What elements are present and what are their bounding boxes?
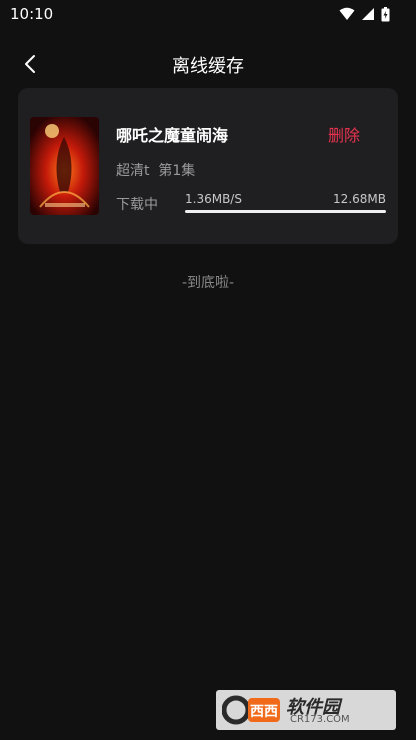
status-icons: [339, 6, 390, 22]
download-status: 下载中: [116, 197, 158, 213]
site-logo-icon: 西西: [222, 695, 280, 725]
download-speed: 1.36MB/S: [185, 192, 242, 206]
poster-image: [30, 117, 99, 215]
video-title: 哪吒之魔童闹海: [116, 126, 229, 145]
svg-text:西西: 西西: [250, 704, 278, 720]
progress-bar: [185, 210, 386, 213]
status-bar: 10:10: [0, 0, 416, 30]
download-item[interactable]: 哪吒之魔童闹海 删除 超清t 第1集 下载中 1.36MB/S 12.68MB: [18, 88, 398, 244]
page-title: 离线缓存: [172, 56, 244, 77]
end-of-list-note: -到底啦-: [181, 275, 235, 291]
file-size: 12.68MB: [333, 192, 386, 206]
video-meta: 超清t 第1集: [116, 163, 196, 179]
status-time: 10:10: [10, 5, 54, 23]
wifi-icon: [339, 7, 355, 20]
signal-icon: [362, 8, 374, 20]
nav-bar: 离线缓存: [0, 44, 416, 84]
battery-icon: [381, 6, 390, 21]
progress-fill: [185, 210, 386, 213]
delete-button[interactable]: 删除: [328, 122, 360, 146]
watermark-domain: CR173.COM: [290, 714, 350, 725]
watermark: 西西 软件园 CR173.COM: [216, 690, 396, 730]
poster-art: [30, 117, 99, 215]
